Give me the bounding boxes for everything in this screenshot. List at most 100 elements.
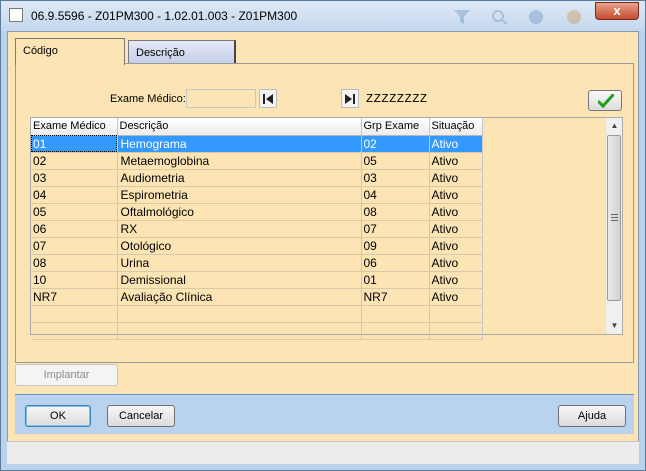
cell-grp: 01 — [361, 271, 430, 289]
cell-codigo: NR7 — [31, 288, 118, 306]
first-record-button[interactable] — [259, 89, 277, 108]
cell-situacao: Ativo — [429, 135, 483, 153]
cell-descricao: Avaliação Clínica — [117, 288, 362, 306]
ok-button[interactable]: OK — [25, 405, 91, 427]
close-button[interactable]: x — [595, 2, 639, 20]
cell-codigo: 01 — [31, 135, 118, 153]
exames-grid[interactable]: Exame Médico Descrição Grp Exame Situaçã… — [30, 117, 623, 340]
table-row[interactable]: NR7 Avaliação Clínica NR7 Ativo — [31, 288, 483, 306]
column-header-exame-medico[interactable]: Exame Médico — [31, 118, 118, 136]
confirm-filter-button[interactable] — [588, 90, 622, 111]
exame-medico-start-input[interactable] — [186, 89, 256, 108]
cell-codigo: 10 — [31, 271, 118, 289]
cell-situacao: Ativo — [429, 203, 483, 221]
cell-descricao: Metaemoglobina — [117, 152, 362, 170]
cancel-button[interactable]: Cancelar — [107, 405, 175, 427]
window-title: 06.9.5596 - Z01PM300 - 1.02.01.003 - Z01… — [31, 9, 298, 23]
help-button[interactable]: Ajuda — [558, 405, 626, 427]
app-window: 06.9.5596 - Z01PM300 - 1.02.01.003 - Z01… — [0, 0, 646, 471]
tab-descricao[interactable]: Descrição — [128, 40, 236, 63]
scroll-down-arrow-icon[interactable]: ▼ — [606, 318, 623, 334]
first-record-icon — [263, 94, 273, 104]
cell-situacao: Ativo — [429, 237, 483, 255]
column-header-descricao[interactable]: Descrição — [117, 118, 362, 136]
title-bar: 06.9.5596 - Z01PM300 - 1.02.01.003 - Z01… — [1, 1, 645, 31]
clock-icon — [529, 10, 543, 24]
table-row-empty[interactable] — [31, 322, 483, 340]
cell-codigo: 05 — [31, 203, 118, 221]
column-header-situacao[interactable]: Situação — [429, 118, 483, 136]
cell-situacao: Ativo — [429, 220, 483, 238]
table-row[interactable]: 03 Audiometria 03 Ativo — [31, 169, 483, 187]
cell-grp: 06 — [361, 254, 430, 272]
cell-grp: 04 — [361, 186, 430, 204]
cell-grp: 05 — [361, 152, 430, 170]
cell-codigo: 04 — [31, 186, 118, 204]
cell-codigo: 07 — [31, 237, 118, 255]
cell-situacao — [429, 305, 483, 323]
cell-situacao: Ativo — [429, 152, 483, 170]
cell-descricao — [117, 322, 362, 340]
grid-vertical-scrollbar[interactable]: ▲ ▼ — [605, 118, 622, 334]
cell-descricao: Hemograma — [117, 135, 362, 153]
form-client-area: Código Descrição Exame Médico: ZZZZZZZZ — [7, 31, 639, 464]
cell-grp — [361, 322, 430, 340]
cell-codigo: 03 — [31, 169, 118, 187]
table-row[interactable]: 01 Hemograma 02 Ativo — [31, 135, 483, 153]
cell-codigo — [31, 305, 118, 323]
status-bar — [7, 441, 639, 464]
table-row[interactable]: 05 Oftalmológico 08 Ativo — [31, 203, 483, 221]
tab-codigo[interactable]: Código — [15, 38, 125, 65]
cell-situacao: Ativo — [429, 186, 483, 204]
implantar-button[interactable]: Implantar — [15, 364, 118, 386]
cell-grp: 09 — [361, 237, 430, 255]
table-row-empty[interactable] — [31, 305, 483, 323]
bottom-button-bar: OK Cancelar Ajuda — [15, 394, 634, 434]
cell-grp — [361, 305, 430, 323]
search-icon — [492, 10, 508, 25]
cell-grp: 03 — [361, 169, 430, 187]
cell-situacao: Ativo — [429, 288, 483, 306]
exames-table: Exame Médico Descrição Grp Exame Situaçã… — [31, 118, 483, 340]
cell-codigo: 08 — [31, 254, 118, 272]
filter-icon — [454, 10, 470, 24]
cell-situacao: Ativo — [429, 254, 483, 272]
cell-descricao: Espirometria — [117, 186, 362, 204]
cell-grp: 07 — [361, 220, 430, 238]
table-header-row: Exame Médico Descrição Grp Exame Situaçã… — [31, 118, 483, 136]
cell-grp: 02 — [361, 135, 430, 153]
last-record-icon — [345, 94, 355, 104]
cell-situacao: Ativo — [429, 169, 483, 187]
table-row[interactable]: 10 Demissional 01 Ativo — [31, 271, 483, 289]
exame-medico-label: Exame Médico: — [110, 93, 186, 105]
last-record-button[interactable] — [341, 89, 359, 108]
cell-codigo: 02 — [31, 152, 118, 170]
cell-descricao: Demissional — [117, 271, 362, 289]
cell-descricao: Urina — [117, 254, 362, 272]
table-row[interactable]: 06 RX 07 Ativo — [31, 220, 483, 238]
scroll-up-arrow-icon[interactable]: ▲ — [606, 118, 623, 134]
table-row[interactable]: 08 Urina 06 Ativo — [31, 254, 483, 272]
grip-icon — [611, 214, 618, 221]
scrollbar-thumb[interactable] — [607, 135, 621, 301]
table-row[interactable]: 02 Metaemoglobina 05 Ativo — [31, 152, 483, 170]
cell-situacao: Ativo — [429, 271, 483, 289]
cell-grp: NR7 — [361, 288, 430, 306]
exame-medico-end-value[interactable]: ZZZZZZZZ — [366, 92, 428, 106]
table-row[interactable]: 04 Espirometria 04 Ativo — [31, 186, 483, 204]
cell-descricao: RX — [117, 220, 362, 238]
table-row[interactable]: 07 Otológico 09 Ativo — [31, 237, 483, 255]
help-icon — [567, 10, 581, 24]
cell-descricao — [117, 305, 362, 323]
cell-descricao: Oftalmológico — [117, 203, 362, 221]
tab-panel: Exame Médico: ZZZZZZZZ Exame Médico Desc… — [15, 63, 634, 363]
cell-descricao: Otológico — [117, 237, 362, 255]
cell-codigo: 06 — [31, 220, 118, 238]
checkmark-icon — [598, 94, 614, 108]
cell-descricao: Audiometria — [117, 169, 362, 187]
app-icon — [9, 8, 23, 22]
cell-situacao — [429, 322, 483, 340]
cell-codigo — [31, 322, 118, 340]
column-header-grp-exame[interactable]: Grp Exame — [361, 118, 430, 136]
cell-grp: 08 — [361, 203, 430, 221]
